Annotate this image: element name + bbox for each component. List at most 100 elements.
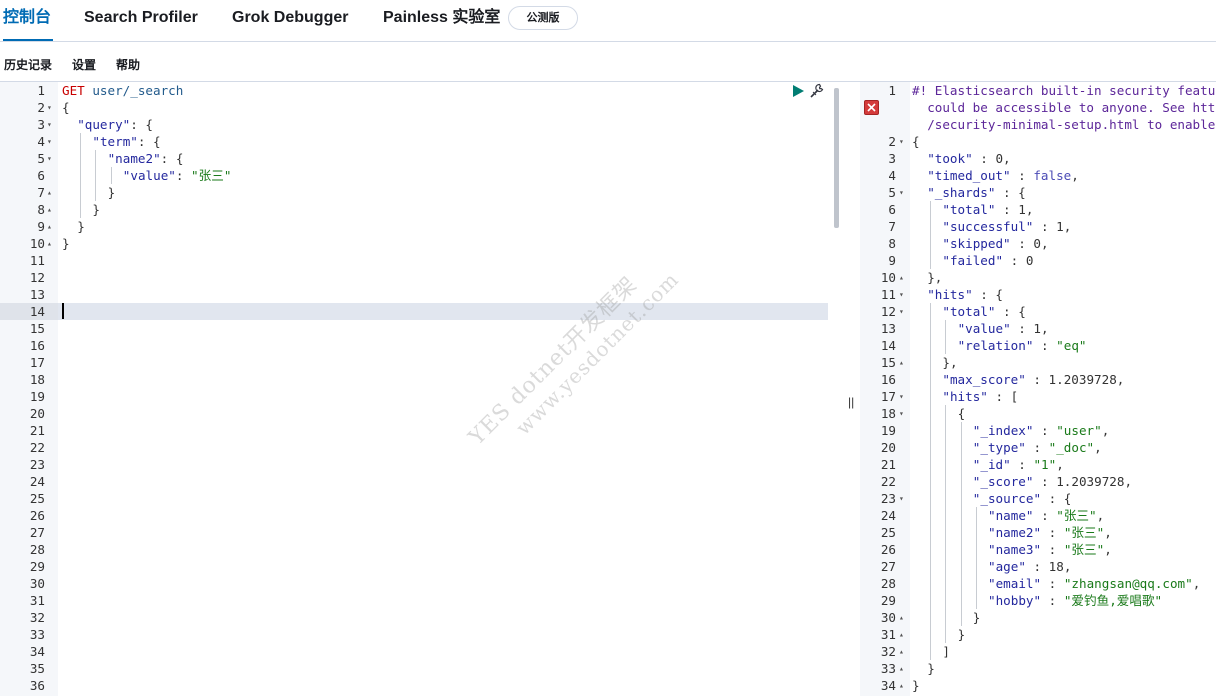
tab-painless-lab[interactable]: Painless 实验室 (383, 8, 500, 28)
indent-guide (930, 354, 932, 371)
fold-open-icon[interactable]: ▾ (899, 133, 904, 150)
line-number: 13 (29, 287, 45, 302)
line-number: 27 (29, 525, 45, 540)
fold-close-icon[interactable]: ▴ (899, 626, 904, 643)
indent-guide (945, 541, 947, 558)
code-token: "_score" (972, 474, 1034, 489)
line-number: 7 (888, 219, 896, 234)
code-token: , (1096, 508, 1105, 523)
code-token: : (1041, 525, 1064, 540)
code-line: "hobby" : "爱钓鱼,爱唱歌" (912, 592, 1162, 609)
wrench-icon[interactable] (808, 82, 826, 100)
history-link[interactable]: 历史记录 (4, 57, 52, 73)
code-line: "_shards" : { (912, 184, 1026, 201)
indent-guide (960, 473, 962, 490)
text-cursor (62, 303, 64, 319)
indent-guide (945, 575, 947, 592)
code-token: } (972, 610, 981, 625)
indent-guide (945, 456, 947, 473)
fold-open-icon[interactable]: ▾ (899, 490, 904, 507)
fold-open-icon[interactable]: ▾ (47, 133, 52, 150)
code-token: } (92, 202, 100, 217)
line-number: 19 (880, 423, 896, 438)
fold-open-icon[interactable]: ▾ (47, 150, 52, 167)
indent-guide (80, 201, 82, 218)
fold-close-icon[interactable]: ▴ (47, 201, 52, 218)
line-number: 7 (37, 185, 45, 200)
line-number: 18 (29, 372, 45, 387)
code-token: 18 (1048, 559, 1064, 574)
code-token: "term" (92, 134, 138, 149)
request-editor[interactable]: 1 GET user/_search 2 ▾{3 ▾ "query": {4 ▾ "term"… (0, 82, 842, 696)
tab-console[interactable]: 控制台 (3, 8, 51, 28)
code-token: "name3" (988, 542, 1042, 557)
fold-open-icon[interactable]: ▾ (47, 99, 52, 116)
code-line: "total" : { (912, 303, 1025, 320)
beta-badge: 公测版 (508, 6, 578, 30)
fold-close-icon[interactable]: ▴ (899, 660, 904, 677)
code-token: "张三" (1056, 508, 1097, 523)
indent-guide (945, 337, 947, 354)
code-line: "_source" : { (912, 490, 1072, 507)
fold-open-icon[interactable]: ▾ (899, 388, 904, 405)
tab-search-profiler[interactable]: Search Profiler (84, 8, 198, 28)
fold-close-icon[interactable]: ▴ (899, 677, 904, 694)
fold-open-icon[interactable]: ▾ (899, 184, 904, 201)
code-token: : { (1041, 491, 1072, 506)
line-number: 3 (37, 117, 45, 132)
indent-guide (930, 371, 932, 388)
active-line-highlight (58, 303, 828, 320)
line-number: 29 (880, 593, 896, 608)
fold-open-icon[interactable]: ▾ (899, 303, 904, 320)
code-token: "total" (942, 304, 996, 319)
fold-open-icon[interactable]: ▾ (47, 116, 52, 133)
fold-close-icon[interactable]: ▴ (47, 218, 52, 235)
code-token: : (1041, 593, 1064, 608)
line-number: 17 (29, 355, 45, 370)
code-token: , (1003, 151, 1011, 166)
code-token: { (957, 406, 966, 421)
tab-grok-debugger[interactable]: Grok Debugger (232, 8, 348, 28)
line-number: 8 (37, 202, 45, 217)
code-line: { (912, 133, 920, 150)
resize-handle[interactable]: || (848, 394, 854, 410)
code-line: }, (912, 269, 942, 286)
code-token: : (1010, 168, 1034, 183)
fold-close-icon[interactable]: ▴ (899, 609, 904, 626)
code-token: "zhangsan@qq.com" (1063, 576, 1193, 591)
fold-close-icon[interactable]: ▴ (47, 235, 52, 252)
code-token: 0 (995, 151, 1004, 166)
line-number: 16 (29, 338, 45, 353)
play-icon[interactable] (791, 84, 805, 98)
fold-open-icon[interactable]: ▾ (899, 286, 904, 303)
indent-guide (975, 524, 977, 541)
help-link[interactable]: 帮助 (116, 57, 140, 73)
indent-guide (95, 150, 97, 167)
fold-close-icon[interactable]: ▴ (47, 184, 52, 201)
code-token: "email" (988, 576, 1042, 591)
code-token: }, (942, 355, 958, 370)
line-number (860, 116, 896, 133)
code-token: "1" (1033, 457, 1057, 472)
code-token: GET (62, 83, 85, 98)
indent-guide (945, 320, 947, 337)
request-scrollbar[interactable] (834, 88, 839, 228)
line-number: 12 (29, 270, 45, 285)
settings-link[interactable]: 设置 (72, 57, 96, 73)
line-number: 24 (880, 508, 896, 523)
line-number: 6 (888, 202, 896, 217)
fold-open-icon[interactable]: ▾ (899, 405, 904, 422)
code-token: /security-minimal-setup.html to enable s… (927, 117, 1216, 132)
code-line: "age" : 18, (912, 558, 1071, 575)
fold-close-icon[interactable]: ▴ (899, 269, 904, 286)
indent-guide (930, 507, 932, 524)
line-number: 20 (880, 440, 896, 455)
line-number: 4 (888, 168, 896, 183)
fold-close-icon[interactable]: ▴ (899, 354, 904, 371)
code-token: : (175, 168, 192, 183)
code-token: : { (972, 287, 1004, 302)
indent-guide (945, 473, 947, 490)
fold-close-icon[interactable]: ▴ (899, 643, 904, 660)
indent-guide (960, 422, 962, 439)
code-token: , (1041, 321, 1049, 336)
